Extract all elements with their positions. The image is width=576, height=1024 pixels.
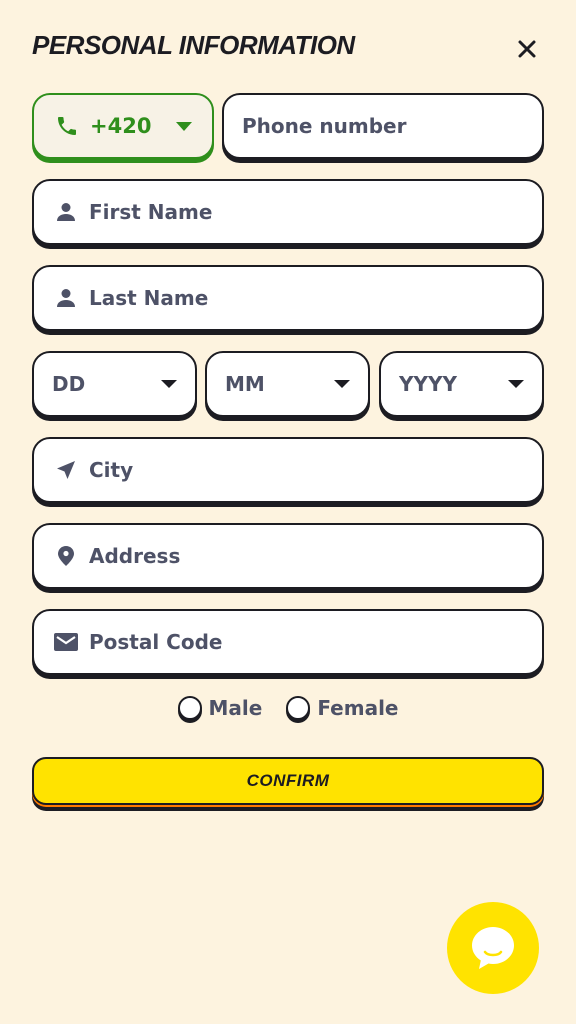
first-name-input[interactable] bbox=[89, 181, 542, 243]
last-name-field[interactable] bbox=[32, 265, 544, 331]
gender-male-option[interactable]: Male bbox=[177, 696, 263, 720]
chevron-down-icon bbox=[176, 121, 192, 131]
phone-number-input[interactable] bbox=[242, 95, 542, 157]
phone-number-field[interactable] bbox=[222, 93, 544, 159]
last-name-input[interactable] bbox=[89, 267, 542, 329]
gender-female-option[interactable]: Female bbox=[286, 696, 399, 720]
dob-month-label: MM bbox=[225, 372, 265, 396]
chat-button[interactable] bbox=[447, 902, 539, 994]
user-icon bbox=[53, 199, 79, 225]
postal-code-field[interactable] bbox=[32, 609, 544, 675]
page-title: PERSONAL INFORMATION bbox=[32, 30, 355, 60]
dob-month-select[interactable]: MM bbox=[205, 351, 370, 417]
chevron-down-icon bbox=[508, 380, 524, 388]
chevron-down-icon bbox=[334, 380, 350, 388]
male-radio[interactable] bbox=[177, 696, 202, 720]
chat-bubble-icon bbox=[472, 927, 514, 969]
dob-year-label: YYYY bbox=[399, 372, 457, 396]
user-icon bbox=[53, 285, 79, 311]
city-field[interactable] bbox=[32, 437, 544, 503]
city-input[interactable] bbox=[89, 439, 542, 501]
female-radio[interactable] bbox=[286, 696, 311, 720]
dob-year-select[interactable]: YYYY bbox=[379, 351, 544, 417]
male-label: Male bbox=[208, 696, 263, 720]
map-pin-icon bbox=[53, 543, 79, 569]
country-code-value: +420 bbox=[90, 114, 152, 138]
dob-day-select[interactable]: DD bbox=[32, 351, 197, 417]
gender-group: Male Female bbox=[0, 696, 576, 720]
address-field[interactable] bbox=[32, 523, 544, 589]
phone-icon bbox=[54, 113, 80, 139]
mail-icon bbox=[53, 629, 79, 655]
first-name-field[interactable] bbox=[32, 179, 544, 245]
close-icon bbox=[518, 40, 536, 58]
country-code-select[interactable]: +420 bbox=[32, 93, 214, 159]
chevron-down-icon bbox=[161, 380, 177, 388]
postal-code-input[interactable] bbox=[89, 611, 542, 673]
dob-day-label: DD bbox=[52, 372, 86, 396]
close-button[interactable] bbox=[510, 32, 544, 66]
navigation-icon bbox=[53, 457, 79, 483]
address-input[interactable] bbox=[89, 525, 542, 587]
female-label: Female bbox=[317, 696, 399, 720]
confirm-button[interactable]: CONFIRM bbox=[32, 757, 544, 805]
